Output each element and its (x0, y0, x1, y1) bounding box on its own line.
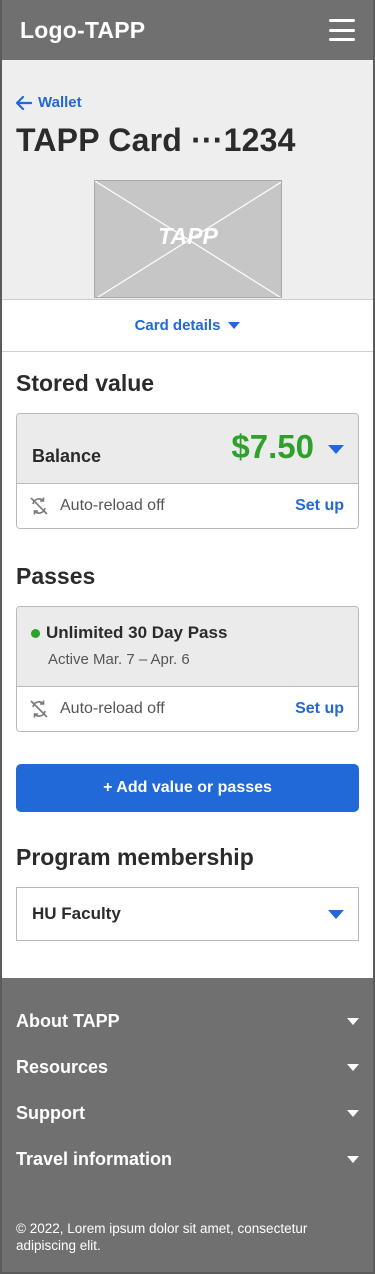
page-title: TAPP Card ···1234 (16, 122, 296, 158)
add-button-wrap: + Add value or passes (2, 764, 373, 812)
pass-setup-link[interactable]: Set up (295, 700, 344, 718)
footer-item-label: Support (16, 1102, 85, 1123)
chevron-down-icon (347, 1017, 359, 1025)
footer-item-resources[interactable]: Resources (16, 1044, 359, 1090)
footer-item-label: About TAPP (16, 1010, 120, 1031)
arrow-left-icon (16, 95, 32, 110)
chevron-down-icon (347, 1063, 359, 1071)
passes-heading: Passes (16, 563, 96, 589)
back-to-wallet-link[interactable]: Wallet (16, 94, 82, 111)
card-details-toggle[interactable]: Card details (2, 300, 373, 352)
active-status-dot-icon (31, 628, 40, 638)
balance-box: Balance $7.50 Auto-reload off Set up (16, 413, 359, 529)
pass-name: Unlimited 30 Day Pass (46, 623, 228, 642)
logo[interactable]: Logo-TAPP (20, 17, 145, 44)
membership-section: Program membership HU Faculty (2, 844, 373, 941)
footer-item-support[interactable]: Support (16, 1090, 359, 1136)
card-image-label: TAPP (158, 223, 218, 249)
autoreload-status: Auto-reload off (60, 700, 165, 717)
autoreload-off-icon (30, 497, 48, 515)
footer-item-label: Resources (16, 1056, 109, 1077)
autoreload-off-icon (30, 700, 48, 718)
footer-item-travel-information[interactable]: Travel information (16, 1136, 359, 1182)
balance-amount: $7.50 (231, 428, 314, 465)
stored-value-autoreload-row: Auto-reload off Set up (17, 484, 358, 528)
stored-value-setup-link[interactable]: Set up (295, 497, 344, 515)
hamburger-menu-icon[interactable] (329, 19, 355, 41)
card-image-placeholder: TAPP (94, 180, 282, 298)
footer-item-label: Travel information (16, 1148, 173, 1169)
stored-value-heading: Stored value (16, 370, 155, 396)
pass-autoreload-row: Auto-reload off Set up (17, 687, 358, 731)
app-frame: Logo-TAPP Wallet TAPP Card ···1234 TAPP … (0, 0, 375, 1274)
chevron-down-icon (347, 1109, 359, 1117)
balance-header[interactable]: Balance $7.50 (17, 414, 358, 484)
balance-expand-icon[interactable] (328, 445, 344, 454)
balance-label: Balance (32, 446, 102, 466)
autoreload-status: Auto-reload off (60, 497, 165, 514)
passes-section: Passes Unlimited 30 Day Pass Active Mar.… (2, 563, 373, 732)
top-bar: Logo-TAPP (2, 0, 373, 60)
pass-item[interactable]: Unlimited 30 Day Pass Active Mar. 7 – Ap… (17, 607, 358, 687)
footer-item-about[interactable]: About TAPP (16, 998, 359, 1044)
stored-value-section: Stored value Balance $7.50 Auto-reload o… (2, 370, 373, 529)
membership-heading: Program membership (16, 844, 254, 870)
chevron-down-icon (328, 909, 344, 919)
card-hero: Wallet TAPP Card ···1234 TAPP (2, 60, 373, 300)
membership-select[interactable]: HU Faculty (16, 887, 359, 941)
card-details-label: Card details (134, 317, 221, 334)
footer: About TAPP Resources Support Travel info… (2, 978, 373, 1272)
chevron-down-icon (347, 1155, 359, 1163)
pass-status: Active Mar. 7 – Apr. 6 (48, 651, 190, 668)
membership-selected-value: HU Faculty (32, 904, 121, 923)
chevron-down-icon (228, 322, 241, 329)
pass-box: Unlimited 30 Day Pass Active Mar. 7 – Ap… (16, 606, 359, 732)
back-link-label: Wallet (38, 94, 82, 111)
copyright-text: © 2022, Lorem ipsum dolor sit amet, cons… (16, 1221, 308, 1253)
add-value-or-passes-button[interactable]: + Add value or passes (16, 764, 359, 812)
